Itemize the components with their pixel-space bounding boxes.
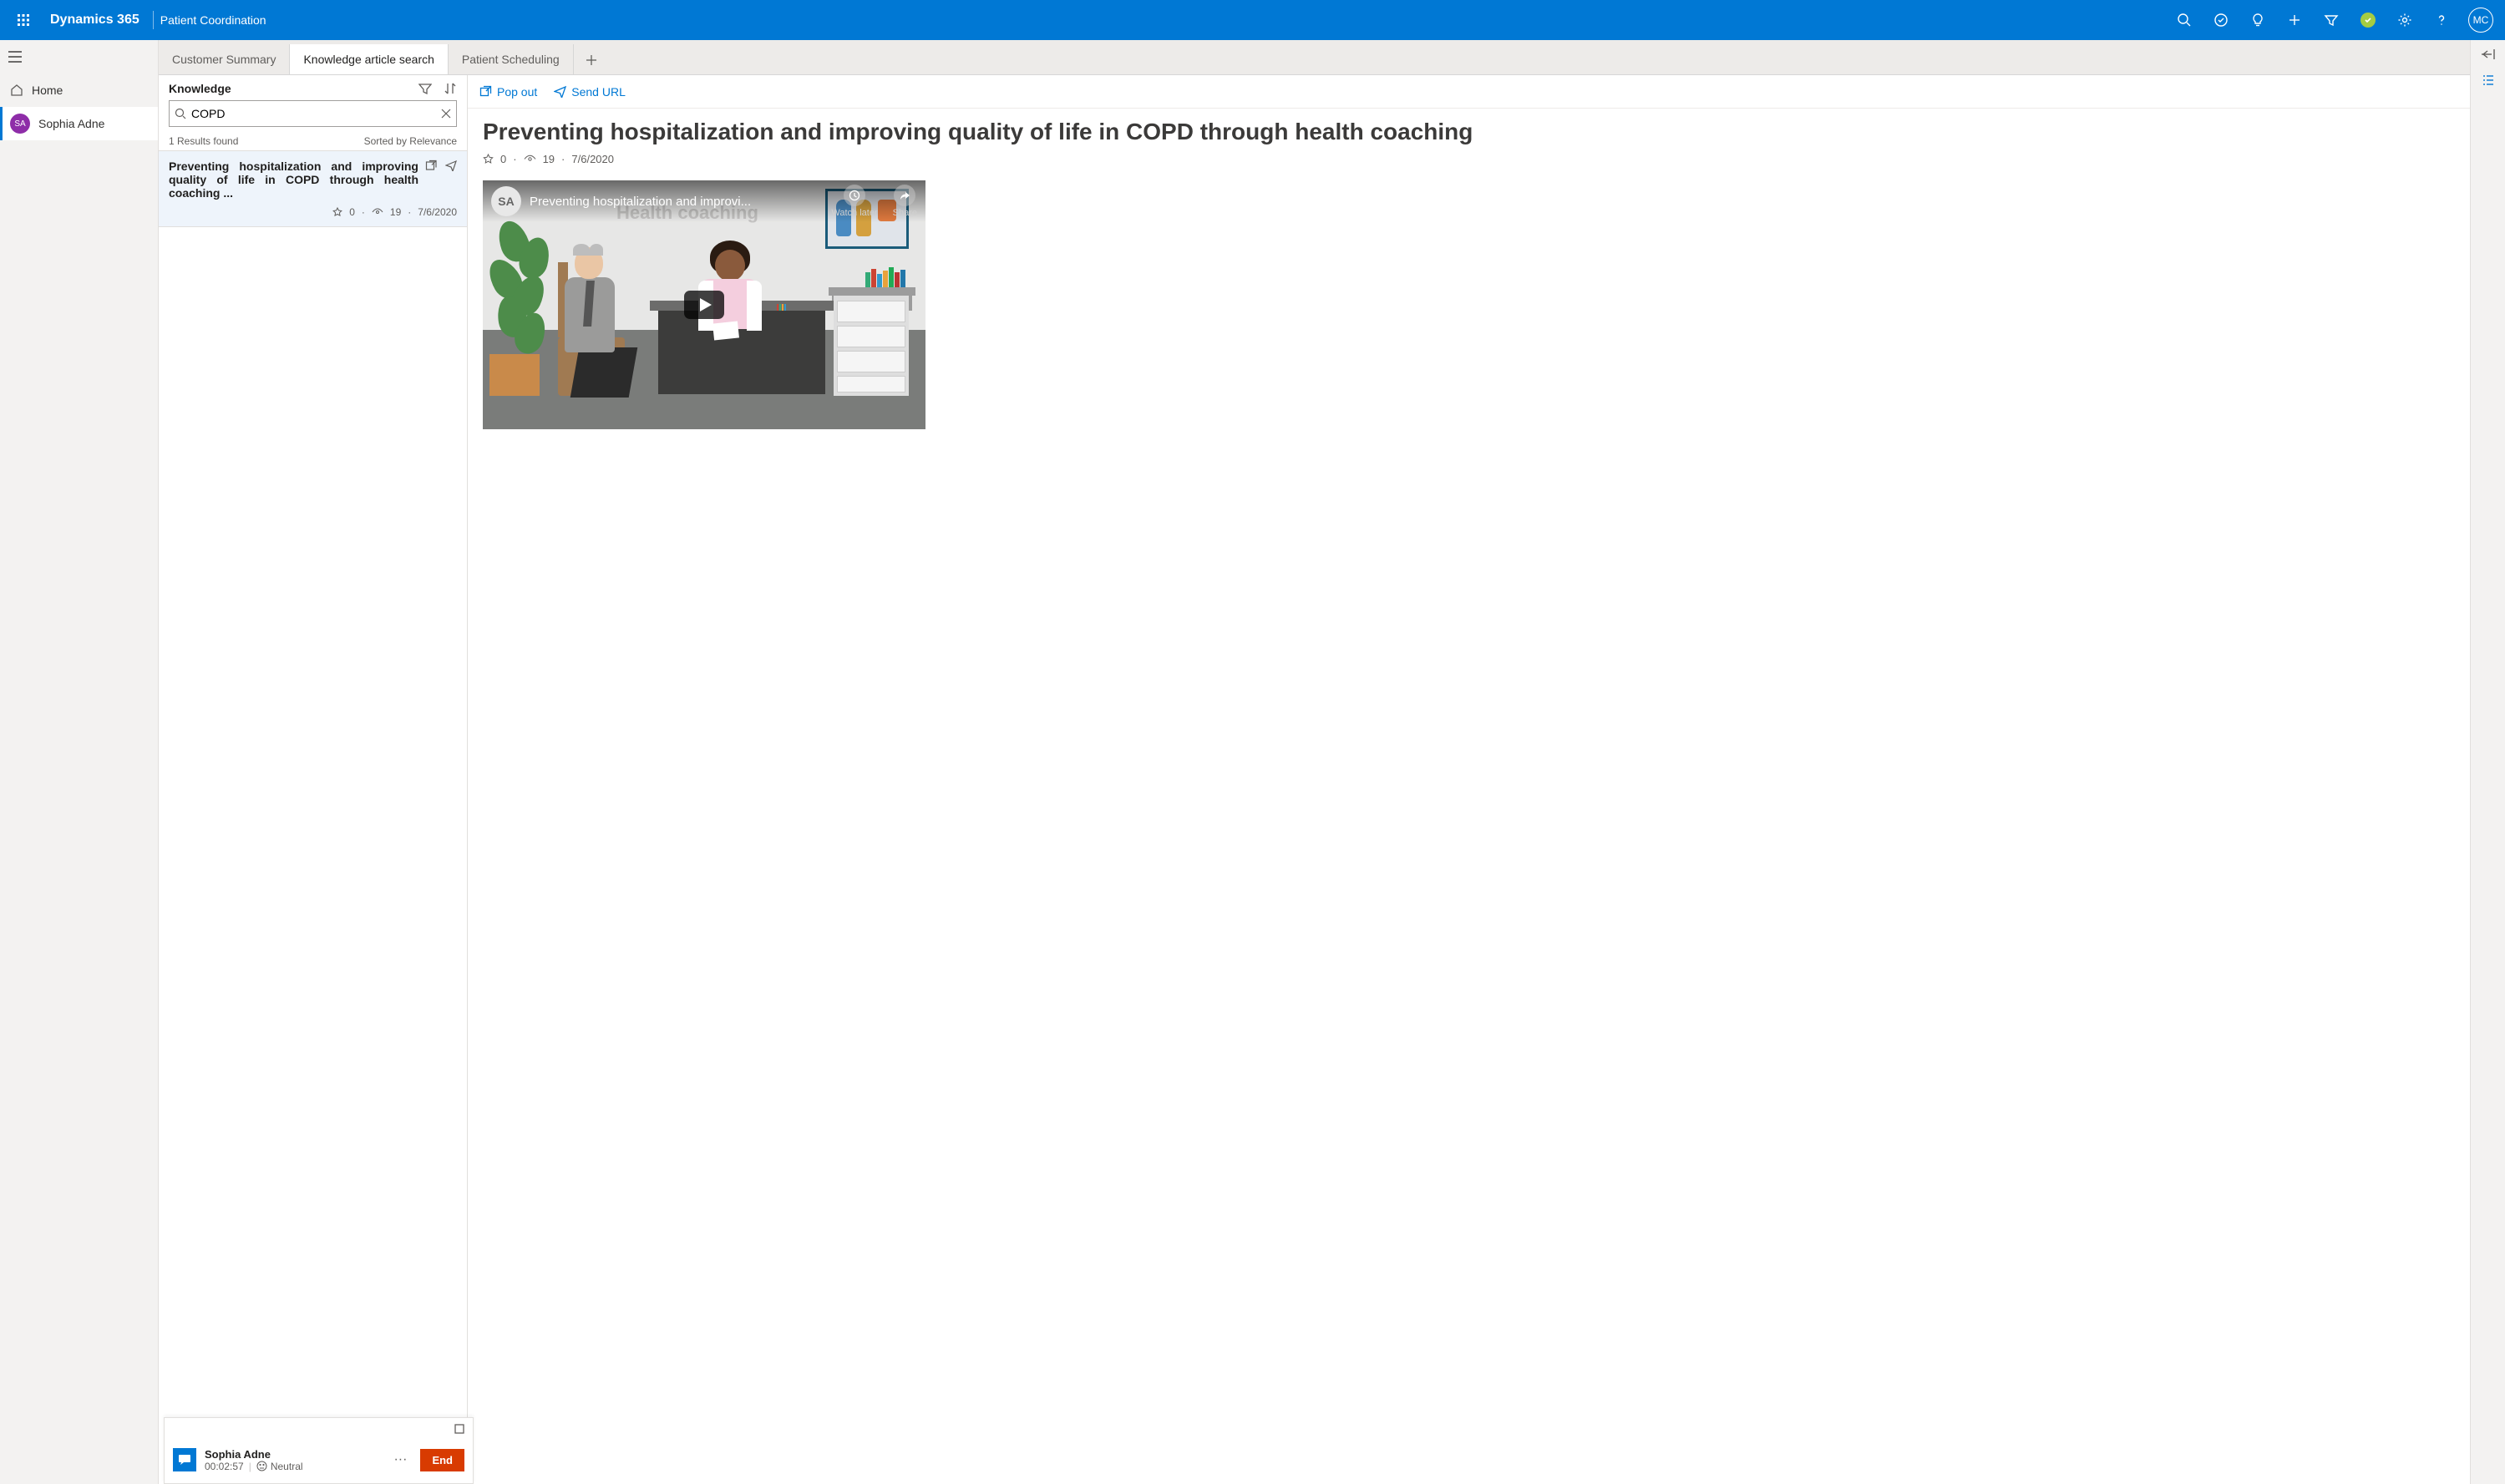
sidebar-item-session[interactable]: SA Sophia Adne: [0, 107, 158, 140]
result-popout-icon[interactable]: [425, 160, 437, 171]
article-video[interactable]: Health coaching SA Preventing hospitaliz…: [483, 180, 925, 429]
article-panel: Pop out Send URL Preventing hospitalizat…: [468, 75, 2470, 1484]
left-sidebar: Home SA Sophia Adne: [0, 40, 159, 1484]
result-rating: 0: [349, 206, 355, 218]
session-avatar: SA: [10, 114, 30, 134]
chat-channel-icon: [173, 1448, 196, 1471]
knowledge-search-box[interactable]: [169, 100, 457, 127]
chat-timer: 00:02:57: [205, 1461, 244, 1472]
eye-icon: [524, 154, 536, 164]
sidebar-item-home[interactable]: Home: [0, 73, 158, 107]
filter-icon[interactable]: [2313, 0, 2350, 40]
video-share-button[interactable]: Share: [893, 185, 917, 218]
knowledge-sort-icon[interactable]: [444, 82, 457, 95]
sidebar-session-label: Sophia Adne: [38, 117, 104, 130]
article-title: Preventing hospitalization and improving…: [483, 117, 2455, 146]
chat-end-button[interactable]: End: [420, 1449, 464, 1471]
article-rating: 0: [500, 153, 506, 165]
top-nav-bar: Dynamics 365 Patient Coordination MC: [0, 0, 2505, 40]
knowledge-search-input[interactable]: [191, 107, 436, 120]
productivity-panel-icon[interactable]: [2482, 73, 2495, 87]
article-sendurl-button[interactable]: Send URL: [554, 85, 626, 99]
collapse-panel-icon[interactable]: [2481, 48, 2496, 60]
eye-icon: [372, 208, 383, 216]
result-views: 19: [390, 206, 401, 218]
search-icon: [175, 108, 186, 119]
article-views: 19: [543, 153, 555, 165]
topbar-divider: [153, 11, 154, 29]
result-title: Preventing hospitalization and improving…: [169, 160, 418, 200]
chat-customer-name: Sophia Adne: [205, 1448, 380, 1461]
help-icon[interactable]: [2423, 0, 2460, 40]
task-check-icon[interactable]: [2203, 0, 2239, 40]
chat-maximize-icon[interactable]: [454, 1424, 464, 1434]
gear-icon[interactable]: [2386, 0, 2423, 40]
right-panel-strip: [2470, 40, 2505, 1484]
tab-customer-summary[interactable]: Customer Summary: [159, 44, 290, 74]
user-avatar[interactable]: MC: [2468, 8, 2493, 33]
article-date: 7/6/2020: [571, 153, 614, 165]
tab-strip: Customer Summary Knowledge article searc…: [159, 40, 2505, 75]
clear-search-icon[interactable]: [441, 109, 451, 119]
presence-status-icon[interactable]: [2350, 0, 2386, 40]
popout-label: Pop out: [497, 85, 537, 99]
chat-session-card: Sophia Adne 00:02:57 | Neutral ··· End: [164, 1417, 474, 1484]
knowledge-panel: Knowledge 1 Results found Sorted by: [159, 75, 468, 1484]
chat-more-icon[interactable]: ···: [388, 1452, 412, 1467]
search-icon[interactable]: [2166, 0, 2203, 40]
star-icon: [483, 154, 494, 165]
video-title: Preventing hospitalization and improvi..…: [530, 195, 751, 209]
home-icon: [10, 84, 23, 97]
plus-icon[interactable]: [2276, 0, 2313, 40]
result-send-icon[interactable]: [445, 160, 457, 171]
add-tab-button[interactable]: [574, 46, 609, 74]
video-channel-avatar: SA: [491, 186, 521, 216]
lightbulb-icon[interactable]: [2239, 0, 2276, 40]
sorted-by-text: Sorted by Relevance: [364, 135, 457, 147]
article-popout-button[interactable]: Pop out: [479, 85, 537, 99]
knowledge-filter-icon[interactable]: [418, 82, 432, 95]
result-date: 7/6/2020: [418, 206, 457, 218]
tab-knowledge-search[interactable]: Knowledge article search: [290, 44, 448, 74]
sidebar-home-label: Home: [32, 84, 63, 97]
video-play-button[interactable]: [684, 291, 724, 319]
product-title: Dynamics 365: [43, 13, 146, 28]
knowledge-result-item[interactable]: Preventing hospitalization and improving…: [159, 150, 467, 227]
star-icon: [332, 207, 342, 217]
results-count-text: 1 Results found: [169, 135, 238, 147]
app-launcher-icon[interactable]: [3, 0, 43, 40]
hamburger-icon[interactable]: [0, 40, 158, 73]
chat-sentiment: Neutral: [271, 1461, 303, 1472]
app-name: Patient Coordination: [160, 13, 266, 27]
sentiment-neutral-icon: [256, 1461, 267, 1471]
video-watch-later-button[interactable]: Watch later: [831, 185, 877, 218]
sendurl-label: Send URL: [571, 85, 626, 99]
knowledge-heading: Knowledge: [169, 82, 231, 95]
tab-patient-scheduling[interactable]: Patient Scheduling: [449, 44, 574, 74]
